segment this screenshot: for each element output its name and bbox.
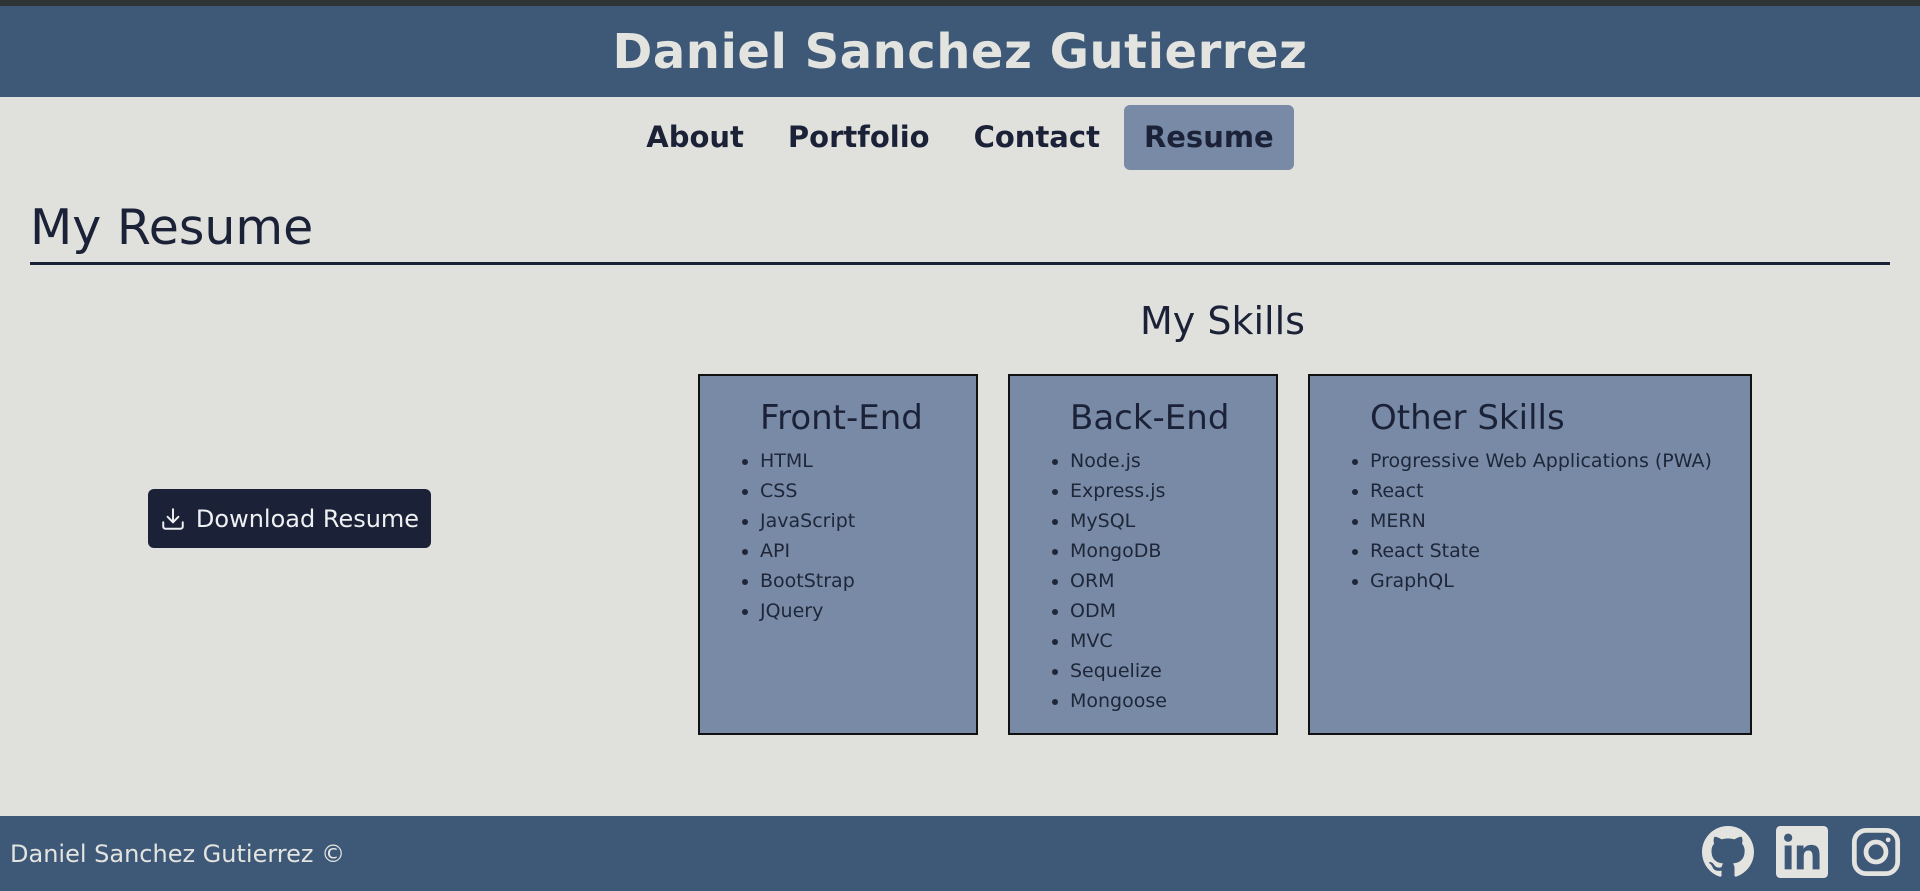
resume-content: Download Resume My Skills Front-End HTML…	[0, 265, 1920, 805]
list-item: MVC	[1070, 626, 1276, 656]
list-item: ODM	[1070, 596, 1276, 626]
instagram-link[interactable]	[1850, 826, 1902, 882]
front-end-card: Front-End HTML CSS JavaScript API BootSt…	[698, 374, 978, 735]
list-item: Mongoose	[1070, 686, 1276, 716]
list-item: JavaScript	[760, 506, 976, 536]
back-end-title: Back-End	[1070, 398, 1230, 438]
list-item: React	[1370, 476, 1750, 506]
nav-resume[interactable]: Resume	[1123, 104, 1294, 170]
list-item: GraphQL	[1370, 566, 1750, 596]
list-item: ORM	[1070, 566, 1276, 596]
nav-portfolio[interactable]: Portfolio	[768, 105, 950, 170]
nav-contact[interactable]: Contact	[954, 105, 1120, 170]
list-item: Node.js	[1070, 446, 1276, 476]
list-item: Sequelize	[1070, 656, 1276, 686]
linkedin-link[interactable]	[1776, 825, 1828, 882]
list-item: MongoDB	[1070, 536, 1276, 566]
back-end-card: Back-End Node.js Express.js MySQL MongoD…	[1008, 374, 1278, 735]
front-end-list: HTML CSS JavaScript API BootStrap JQuery	[700, 446, 976, 626]
other-skills-card: Other Skills Progressive Web Application…	[1308, 374, 1752, 735]
download-resume-button[interactable]: Download Resume	[148, 489, 431, 548]
list-item: BootStrap	[760, 566, 976, 596]
list-item: MERN	[1370, 506, 1750, 536]
list-item: API	[760, 536, 976, 566]
other-skills-title: Other Skills	[1370, 398, 1565, 438]
social-links	[1702, 825, 1902, 882]
site-title: Daniel Sanchez Gutierrez	[612, 23, 1308, 80]
list-item: MySQL	[1070, 506, 1276, 536]
list-item: HTML	[760, 446, 976, 476]
site-footer: Daniel Sanchez Gutierrez ©	[0, 816, 1920, 891]
site-header: Daniel Sanchez Gutierrez	[0, 6, 1920, 97]
other-skills-list: Progressive Web Applications (PWA) React…	[1310, 446, 1750, 596]
back-end-list: Node.js Express.js MySQL MongoDB ORM ODM…	[1010, 446, 1276, 716]
github-link[interactable]	[1702, 825, 1754, 882]
linkedin-icon	[1776, 825, 1828, 878]
page-heading: My Resume	[30, 199, 314, 256]
download-icon	[162, 507, 184, 530]
download-resume-label: Download Resume	[195, 504, 420, 533]
list-item: JQuery	[760, 596, 976, 626]
main-nav: About Portfolio Contact Resume	[0, 97, 1920, 177]
front-end-title: Front-End	[760, 398, 923, 438]
nav-about[interactable]: About	[626, 105, 764, 170]
skills-title: My Skills	[1140, 299, 1305, 343]
instagram-icon	[1851, 827, 1901, 876]
footer-copyright: Daniel Sanchez Gutierrez ©	[10, 839, 346, 868]
list-item: Express.js	[1070, 476, 1276, 506]
list-item: React State	[1370, 536, 1750, 566]
github-icon	[1702, 825, 1754, 877]
page-heading-section: My Resume	[30, 199, 1890, 265]
list-item: Progressive Web Applications (PWA)	[1370, 446, 1750, 476]
list-item: CSS	[760, 476, 976, 506]
